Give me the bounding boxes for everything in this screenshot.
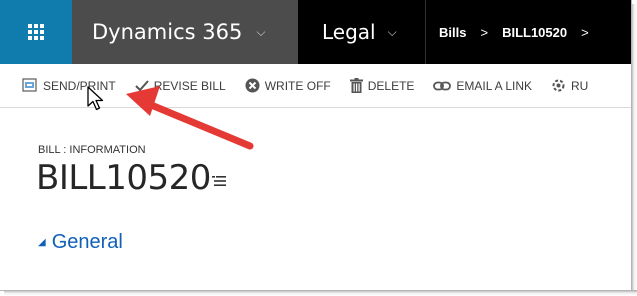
run-workflow-button[interactable]: RU: [551, 78, 588, 93]
mouse-pointer-icon: [87, 86, 104, 111]
delete-button[interactable]: DELETE: [349, 78, 415, 93]
email-link-button[interactable]: EMAIL A LINK: [433, 79, 532, 93]
link-icon: [433, 81, 452, 91]
app-title: Dynamics 365: [92, 20, 243, 44]
run-workflow-label: RU: [571, 78, 589, 93]
top-navigation-bar: Dynamics 365 ⌵ Legal ⌵ Bills > BILL10520…: [0, 0, 631, 64]
waffle-button[interactable]: [0, 0, 72, 64]
breadcrumb-item-record[interactable]: BILL10520: [502, 25, 567, 40]
delete-label: DELETE: [367, 78, 415, 93]
breadcrumb-item-bills[interactable]: Bills: [439, 25, 466, 40]
form-selector-icon[interactable]: [212, 174, 226, 190]
area-label: Legal: [322, 20, 376, 44]
window-shadow-right: [631, 4, 637, 296]
app-window: Dynamics 365 ⌵ Legal ⌵ Bills > BILL10520…: [0, 0, 632, 291]
chevron-down-icon: ⌵: [387, 24, 397, 39]
area-switcher[interactable]: Legal ⌵: [298, 0, 426, 64]
trash-icon: [349, 78, 363, 93]
workflow-icon: [551, 78, 566, 93]
chevron-right-icon: >: [480, 24, 489, 40]
section-general-toggle[interactable]: ◢ General: [38, 231, 123, 254]
write-off-button[interactable]: WRITE OFF: [245, 78, 331, 93]
record-title: BILL10520: [36, 158, 211, 198]
app-switcher[interactable]: Dynamics 365 ⌵: [72, 0, 298, 64]
chevron-down-icon: ⌵: [256, 24, 266, 39]
chevron-right-icon[interactable]: >: [581, 25, 589, 40]
send-print-icon: [22, 78, 38, 93]
section-general-label: General: [51, 231, 123, 253]
email-link-label: EMAIL A LINK: [456, 78, 533, 93]
annotation-arrow-icon: [126, 86, 254, 150]
window-shadow-bottom: [4, 290, 637, 296]
breadcrumb: Bills > BILL10520 >: [427, 0, 603, 64]
collapse-triangle-icon: ◢: [38, 237, 46, 248]
waffle-grid-icon: [28, 24, 44, 40]
write-off-label: WRITE OFF: [264, 78, 331, 93]
